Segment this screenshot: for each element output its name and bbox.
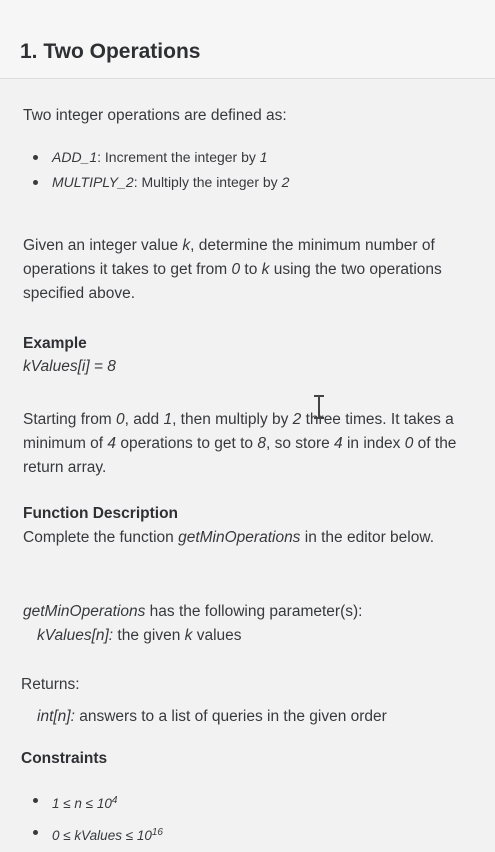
example-input: kValues[i] = 8 xyxy=(23,358,116,375)
returns-label: Returns: xyxy=(21,676,80,693)
operation-arg: 1 xyxy=(259,149,268,165)
constraint-item: 1 ≤ n ≤ 104 xyxy=(30,788,163,820)
operation-name: MULTIPLY_2 xyxy=(52,174,134,190)
problem-header: 1. Two Operations xyxy=(0,0,495,79)
parameters-text: getMinOperations has the following param… xyxy=(23,603,363,620)
operation-arg: 2 xyxy=(281,174,290,190)
intro-text: Two integer operations are defined as: xyxy=(23,107,287,124)
constraint-item: 0 ≤ kValues ≤ 1016 xyxy=(30,820,163,852)
problem-page: 1. Two Operations Two integer operations… xyxy=(0,0,495,847)
returns-text: int[n]: answers to a list of queries in … xyxy=(37,708,387,725)
operation-item: ADD_1: Increment the integer by 1 xyxy=(30,145,289,170)
operation-name: ADD_1 xyxy=(52,149,98,165)
example-explanation: Starting from 0, add 1, then multiply by… xyxy=(23,411,457,476)
operations-list: ADD_1: Increment the integer by 1 MULTIP… xyxy=(30,145,289,195)
problem-title: 1. Two Operations xyxy=(20,40,201,63)
constraints-list: 1 ≤ n ≤ 104 0 ≤ kValues ≤ 1016 xyxy=(30,788,163,852)
operation-desc: : Multiply the integer by xyxy=(133,174,282,190)
example-heading: Example xyxy=(23,335,87,352)
operation-item: MULTIPLY_2: Multiply the integer by 2 xyxy=(30,170,289,195)
task-text: Given an integer value k, determine the … xyxy=(23,237,442,302)
parameter-item: kValues[n]: the given k values xyxy=(37,627,242,644)
constraints-heading: Constraints xyxy=(21,750,108,767)
function-description-text: Complete the function getMinOperations i… xyxy=(23,529,434,546)
text-cursor-icon xyxy=(312,394,326,420)
operation-desc: : Increment the integer by xyxy=(97,149,260,165)
function-description-heading: Function Description xyxy=(23,505,178,522)
